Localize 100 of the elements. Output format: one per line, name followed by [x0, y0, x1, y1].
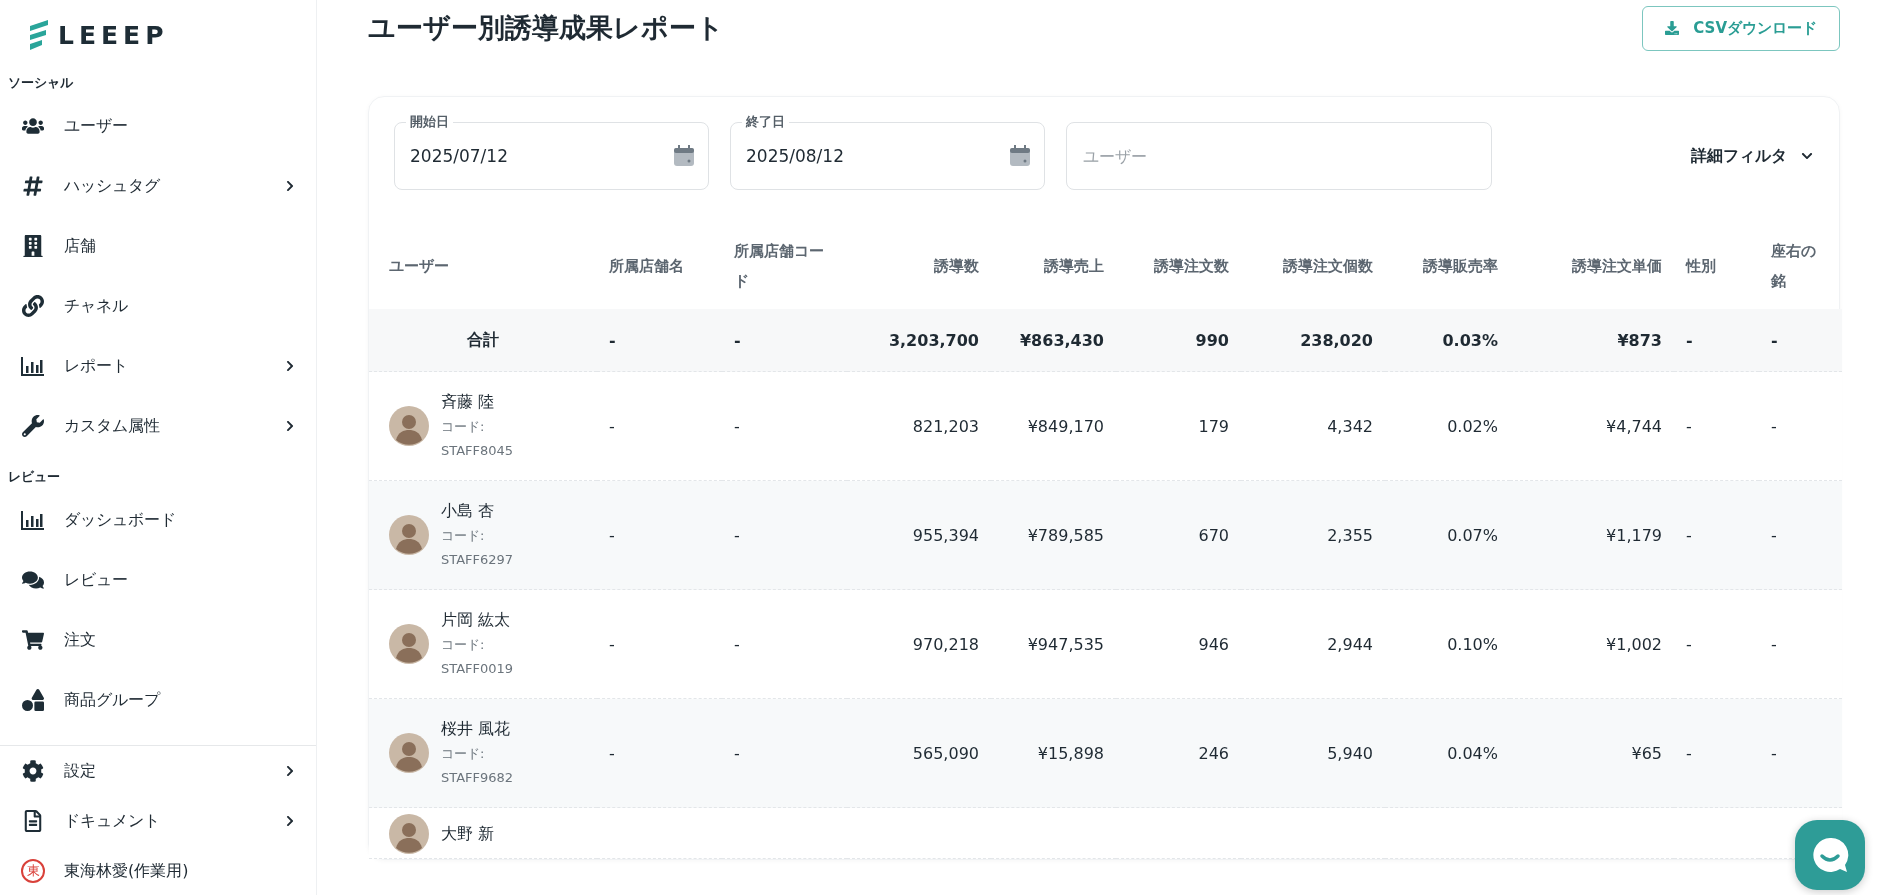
- sidebar-item[interactable]: ドキュメント: [0, 796, 316, 846]
- date-value: 2025/08/12: [746, 146, 844, 166]
- table-cell: ¥15,898: [1037, 743, 1104, 763]
- table-cell: 565,090: [912, 743, 979, 763]
- bar-chart-icon: [21, 356, 45, 376]
- sidebar-item[interactable]: 注文: [0, 610, 316, 670]
- total-cell: 238,020: [1241, 309, 1385, 372]
- logo-icon: [28, 20, 50, 50]
- sidebar-item-label: 設定: [64, 760, 97, 782]
- sidebar-item[interactable]: 商品グループ: [0, 670, 316, 730]
- avatar-placeholder: [389, 733, 429, 773]
- sidebar-item-label: 店舗: [64, 235, 97, 257]
- sidebar-item[interactable]: ハッシュタグ: [0, 156, 316, 216]
- user-search-field[interactable]: ユーザー: [1066, 122, 1492, 190]
- chevron-right-icon: [284, 420, 296, 432]
- user-name: 大野 新: [441, 823, 495, 845]
- avatar-placeholder: [389, 624, 429, 664]
- total-cell: ¥873: [1510, 309, 1674, 372]
- user-code: コード: STAFF0019: [441, 636, 515, 678]
- sidebar-item-label: レポート: [64, 355, 129, 377]
- shapes-icon: [22, 689, 44, 711]
- column-header: 誘導数: [847, 223, 991, 309]
- sidebar-item[interactable]: 設定: [0, 746, 316, 796]
- account-item[interactable]: 東 東海林愛(作業用): [0, 846, 316, 895]
- cart-icon: [22, 629, 44, 651]
- date-field[interactable]: 開始日 2025/07/12: [394, 112, 709, 190]
- account-avatar: 東: [21, 859, 45, 883]
- table-cell: -: [734, 416, 740, 436]
- total-cell: 990: [1116, 309, 1241, 372]
- section-label: レビュー: [7, 468, 61, 486]
- sidebar-item[interactable]: チャネル: [0, 276, 316, 336]
- sidebar-item-label: 商品グループ: [64, 689, 162, 711]
- table-cell: -: [734, 525, 740, 545]
- wrench-icon: [22, 415, 44, 437]
- calendar-icon: [673, 145, 695, 167]
- column-header: ユーザー: [369, 223, 597, 309]
- page-title: ユーザー別誘導成果レポート: [368, 11, 724, 45]
- sidebar-item[interactable]: ダッシュボード: [0, 490, 316, 550]
- total-cell: ¥863,430: [991, 309, 1116, 372]
- user-name: 斉藤 陸: [441, 391, 496, 413]
- section-label: ソーシャル: [7, 74, 74, 92]
- table-cell: 4,342: [1327, 416, 1373, 436]
- table-cell: 0.04%: [1447, 743, 1498, 763]
- users-icon: [22, 115, 44, 137]
- avatar-placeholder: [389, 406, 429, 446]
- user-name: 桜井 風花: [441, 718, 512, 740]
- total-cell: -: [597, 309, 722, 372]
- table-cell: -: [734, 743, 740, 763]
- chevron-right-icon: [284, 765, 296, 777]
- table-cell: 2,355: [1327, 525, 1373, 545]
- table-cell: 670: [1198, 525, 1229, 545]
- chevron-right-icon: [284, 815, 296, 827]
- column-header: 所属店舗コード: [722, 223, 847, 309]
- table-cell: 0.02%: [1447, 416, 1498, 436]
- chevron-right-icon: [284, 180, 296, 192]
- table-cell: -: [609, 634, 615, 654]
- date-field[interactable]: 終了日 2025/08/12: [730, 112, 1045, 190]
- total-cell: -: [1674, 309, 1759, 372]
- sidebar-item[interactable]: レポート: [0, 336, 316, 396]
- sidebar-item[interactable]: ユーザー: [0, 96, 316, 156]
- sidebar-item-label: ダッシュボード: [64, 509, 177, 531]
- document-icon: [22, 810, 44, 832]
- hashtag-icon: [22, 175, 44, 197]
- detail-filter-button[interactable]: 詳細フィルタ: [1685, 144, 1819, 168]
- sidebar-item[interactable]: カスタム属性: [0, 396, 316, 456]
- table-cell: -: [1686, 634, 1692, 654]
- link-icon: [22, 295, 44, 317]
- sidebar-item[interactable]: レビュー: [0, 550, 316, 610]
- logo-text: LEEEP: [58, 20, 169, 50]
- table-cell: ¥1,179: [1606, 525, 1662, 545]
- table-cell: 821,203: [912, 416, 979, 436]
- bar-chart-icon: [21, 510, 45, 530]
- building-icon: [22, 235, 44, 257]
- avatar-placeholder: [389, 814, 429, 854]
- table-cell: ¥65: [1631, 743, 1662, 763]
- sidebar-item-label: チャネル: [64, 295, 129, 317]
- sidebar-item-label: レビュー: [64, 569, 129, 591]
- column-header: 誘導注文数: [1116, 223, 1241, 309]
- column-header: 誘導売上: [991, 223, 1116, 309]
- download-icon: [1665, 21, 1680, 35]
- table-cell: 246: [1198, 743, 1229, 763]
- table-cell: ¥789,585: [1027, 525, 1104, 545]
- column-header: 座右の銘: [1759, 223, 1842, 309]
- table-cell: 946: [1198, 634, 1229, 654]
- chat-bubbles-icon: [22, 569, 44, 591]
- table-cell: -: [1686, 525, 1692, 545]
- field-label: 開始日: [406, 113, 453, 131]
- table-cell: -: [1686, 416, 1692, 436]
- table-cell: ¥849,170: [1027, 416, 1104, 436]
- sidebar-item-label: ユーザー: [64, 115, 129, 137]
- table-cell: 0.07%: [1447, 525, 1498, 545]
- table-cell: -: [1771, 416, 1777, 436]
- user-code: コード: STAFF9682: [441, 745, 515, 787]
- chat-button[interactable]: [1795, 820, 1865, 890]
- table-cell: ¥947,535: [1027, 634, 1104, 654]
- sidebar-item-label: カスタム属性: [64, 415, 161, 437]
- account-name: 東海林愛(作業用): [64, 860, 190, 882]
- column-header: 誘導販売率: [1385, 223, 1510, 309]
- sidebar-item[interactable]: 店舗: [0, 216, 316, 276]
- total-cell: -: [1759, 309, 1842, 372]
